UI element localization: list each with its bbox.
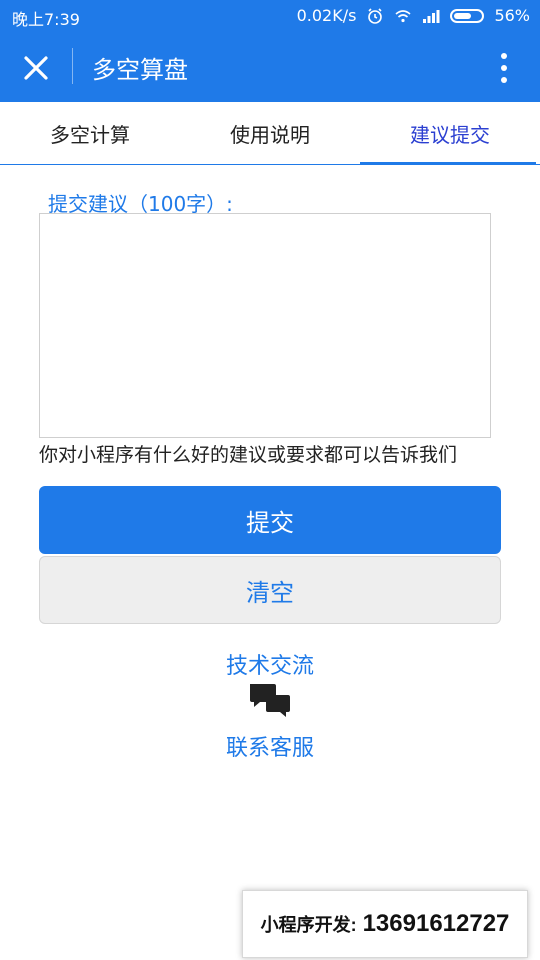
alarm-icon	[368, 7, 383, 24]
customer-service-link[interactable]: 联系客服	[0, 730, 540, 762]
suggestion-hint: 你对小程序有什么好的建议或要求都可以告诉我们	[39, 444, 458, 466]
title-bar: 多空算盘	[0, 32, 540, 102]
more-dot-icon	[501, 77, 507, 83]
header-divider	[72, 48, 73, 84]
battery-icon	[450, 8, 485, 23]
top-bar: 晚上7:39 0.02K/s 56% 多空算盘	[0, 0, 540, 102]
battery-percentage: 56%	[494, 6, 530, 25]
tab-bar: 多空计算 使用说明 建议提交	[0, 102, 540, 165]
submit-button[interactable]: 提交	[39, 486, 501, 554]
developer-phone: 13691612727	[362, 910, 510, 937]
close-icon	[24, 56, 48, 80]
tab-long-short-calc[interactable]: 多空计算	[0, 102, 180, 164]
status-bar: 晚上7:39 0.02K/s 56%	[0, 0, 540, 32]
tab-submit-suggestion[interactable]: 建议提交	[360, 102, 540, 165]
tab-instructions[interactable]: 使用说明	[180, 102, 360, 164]
suggestion-textarea[interactable]	[39, 213, 491, 438]
status-time: 晚上7:39	[12, 10, 80, 29]
more-button[interactable]	[482, 46, 526, 90]
status-right: 0.02K/s 56%	[297, 6, 530, 25]
wifi-icon	[395, 9, 411, 22]
page-title: 多空算盘	[92, 56, 188, 84]
developer-label: 小程序开发:	[260, 915, 357, 935]
clear-button[interactable]: 清空	[39, 556, 501, 624]
signal-icon	[423, 9, 440, 23]
more-dot-icon	[501, 53, 507, 59]
network-speed: 0.02K/s	[296, 6, 357, 25]
chat-bubbles-icon[interactable]	[248, 682, 292, 718]
more-dot-icon	[501, 65, 507, 71]
close-button[interactable]	[14, 46, 58, 90]
developer-contact-badge: 小程序开发: 13691612727	[242, 890, 528, 958]
tech-exchange-link[interactable]: 技术交流	[0, 648, 540, 680]
